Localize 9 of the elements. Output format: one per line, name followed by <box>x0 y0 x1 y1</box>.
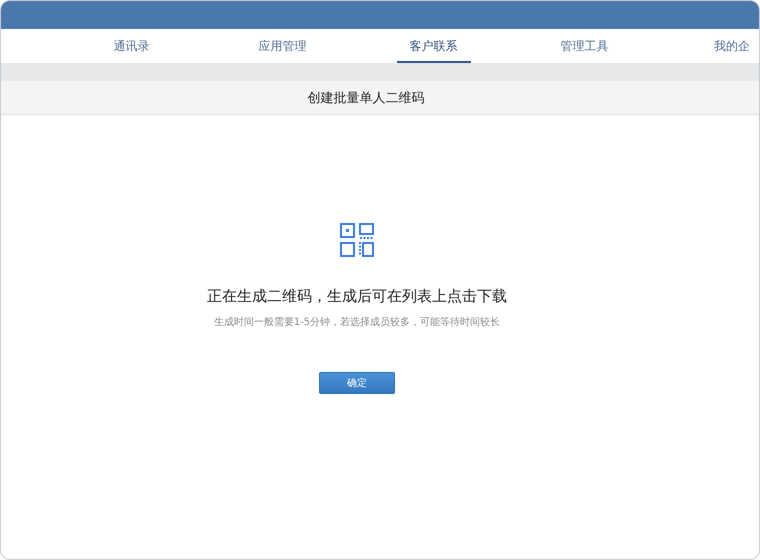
status-heading: 正在生成二维码，生成后可在列表上点击下载 <box>207 287 507 306</box>
nav-tab[interactable]: 应用管理 <box>246 29 320 63</box>
page-title: 创建批量单人二维码 <box>308 90 424 106</box>
nav-tab[interactable]: 我的企 <box>701 29 759 63</box>
confirm-button[interactable]: 确定 <box>319 372 395 394</box>
status-note: 生成时间一般需要1-5分钟，若选择成员较多，可能等待时间较长 <box>214 316 500 329</box>
nav-tab[interactable]: 管理工具 <box>548 29 622 63</box>
qr-code-icon <box>340 223 374 257</box>
nav-tab[interactable]: 通讯录 <box>100 29 162 63</box>
